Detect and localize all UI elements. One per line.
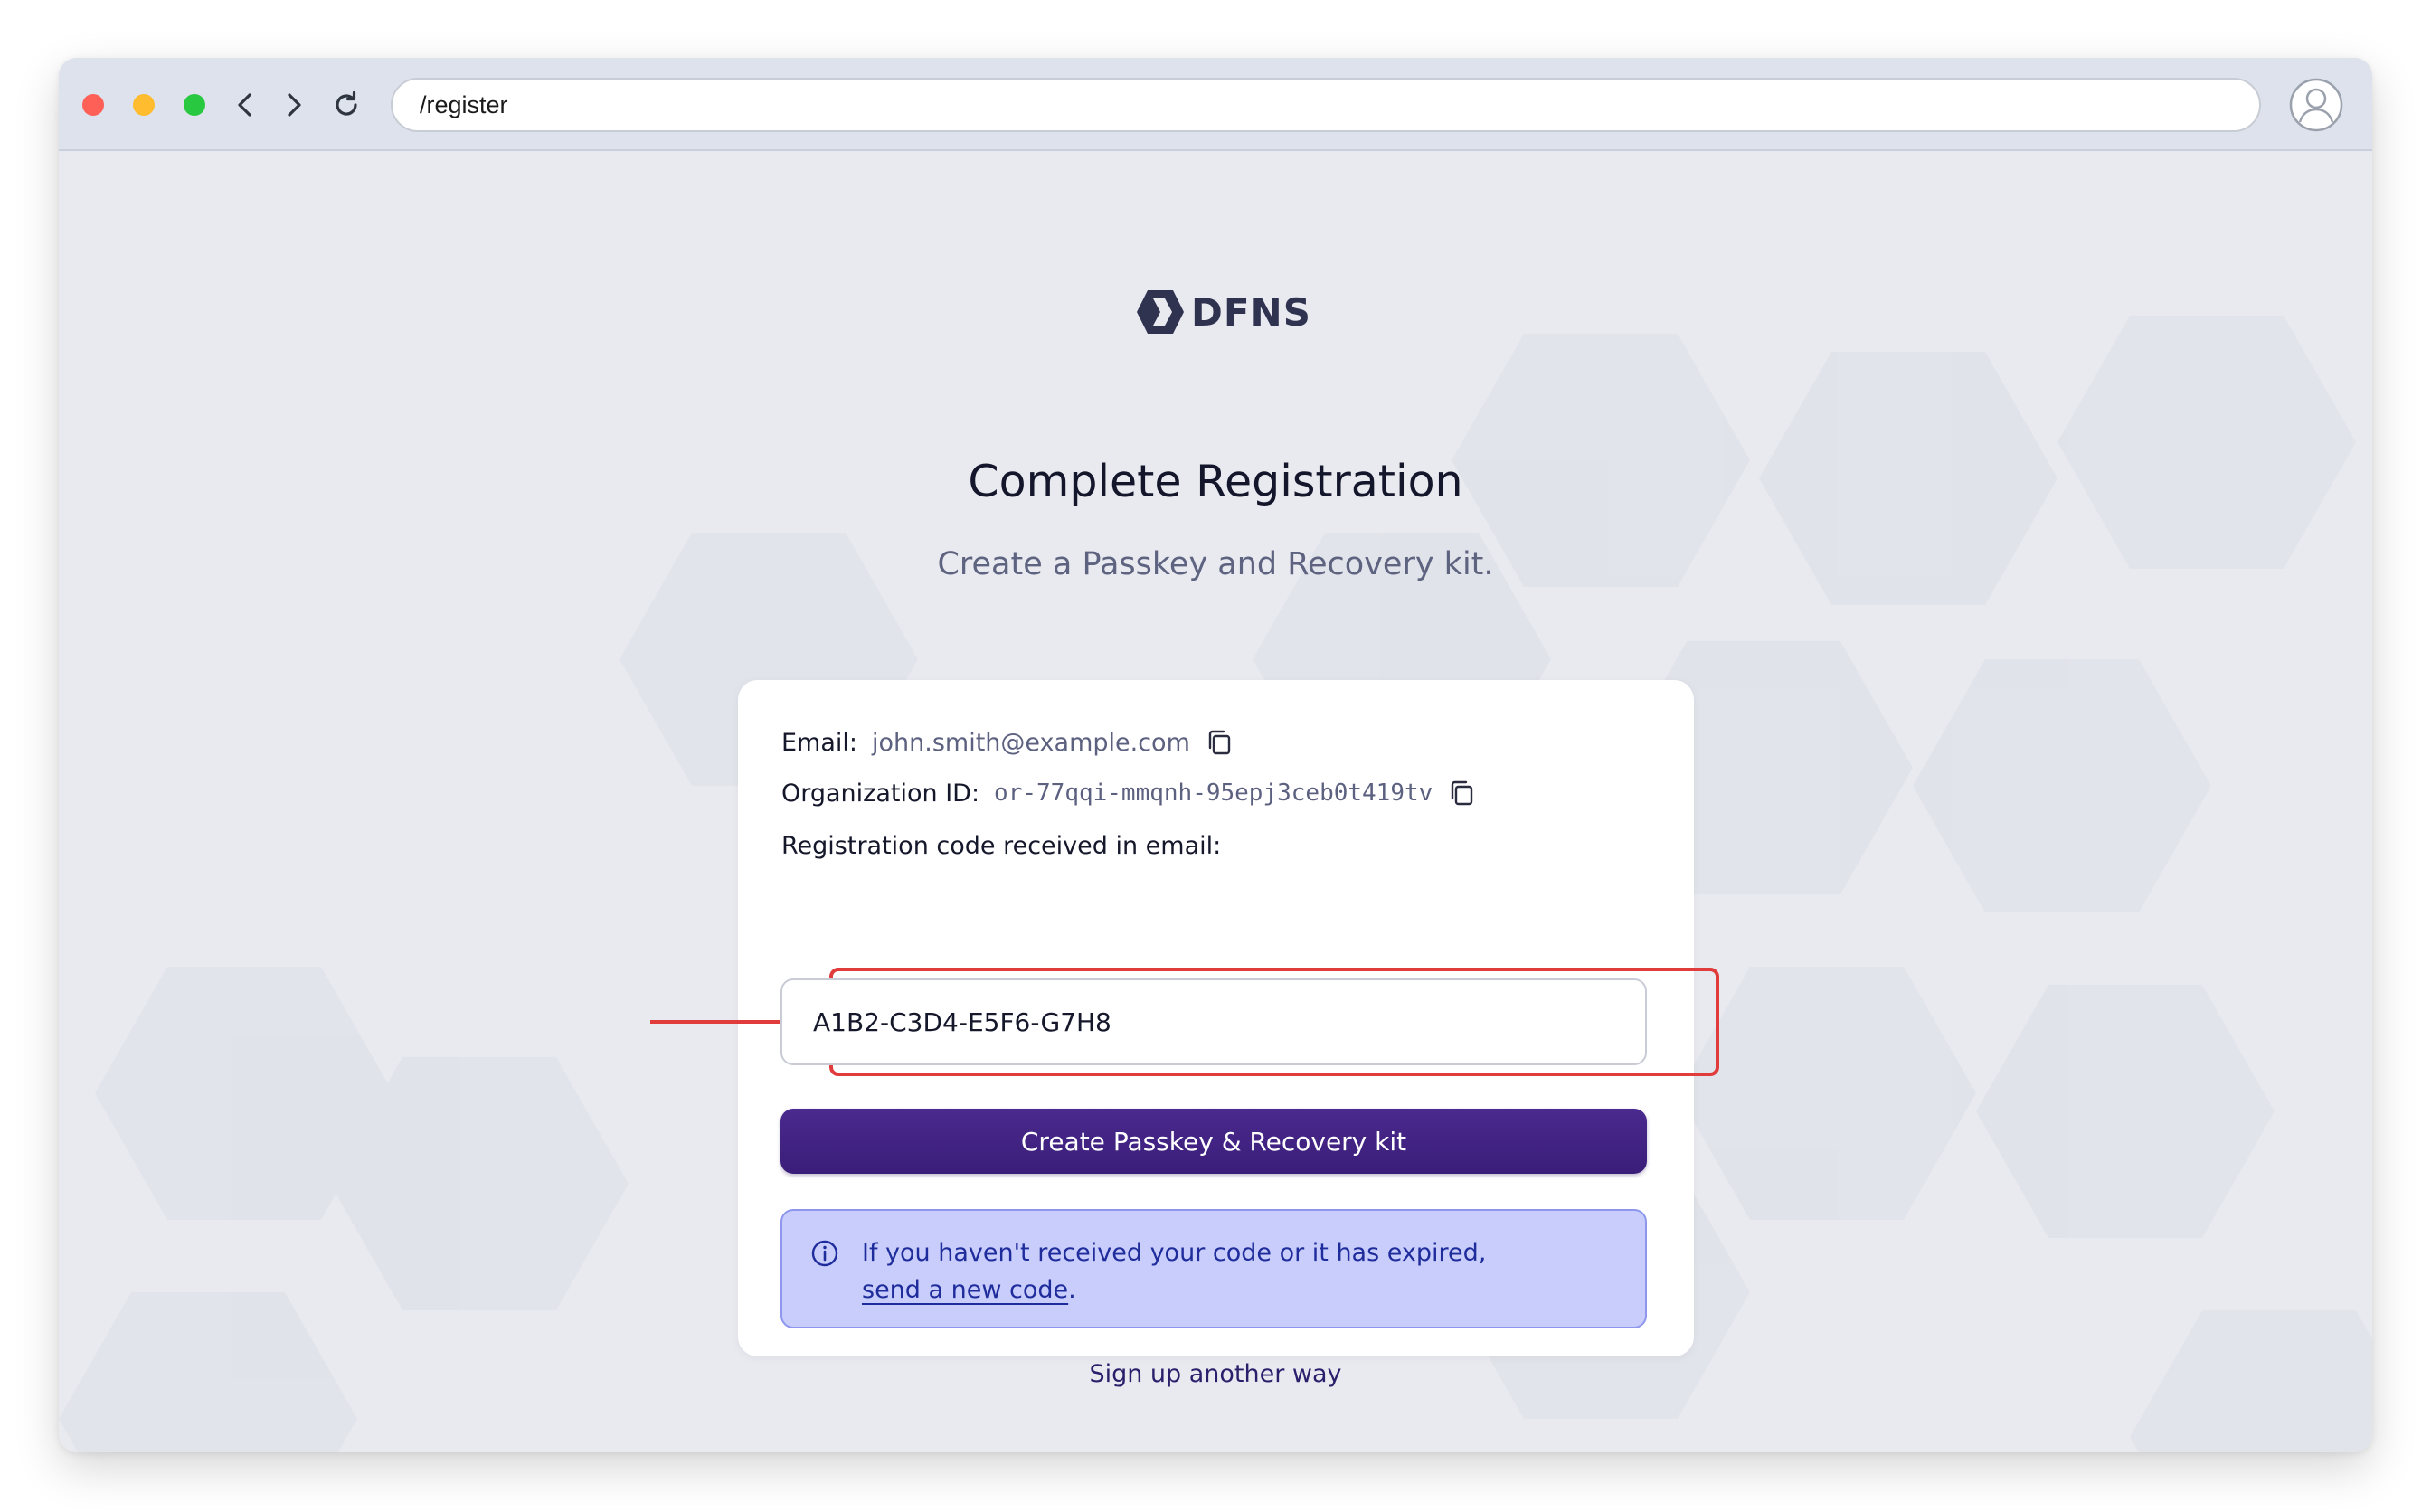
copy-icon bbox=[1452, 780, 1473, 806]
registration-code-label: Registration code received in email: bbox=[781, 832, 1222, 860]
registration-code-input[interactable]: A1B2-C3D4-E5F6-G7H8 bbox=[780, 978, 1647, 1065]
minimize-window-button[interactable] bbox=[133, 94, 155, 116]
create-passkey-button-label: Create Passkey & Recovery kit bbox=[1020, 1126, 1407, 1157]
send-new-code-link[interactable]: send a new code bbox=[862, 1276, 1068, 1304]
email-value: john.smith@example.com bbox=[872, 728, 1190, 757]
profile-button[interactable] bbox=[2288, 77, 2344, 133]
reload-button[interactable] bbox=[328, 87, 364, 123]
browser-toolbar: /register bbox=[59, 58, 2372, 151]
organization-value: or-77qqi-mmqnh-95epj3ceb0t419tv bbox=[994, 780, 1433, 807]
organization-label: Organization ID: bbox=[781, 779, 980, 808]
email-label: Email: bbox=[781, 728, 858, 757]
info-alert: If you haven't received your code or it … bbox=[780, 1209, 1647, 1328]
dfns-hexagon-logo-icon bbox=[1137, 290, 1184, 334]
url-text: /register bbox=[420, 90, 508, 118]
page-subtitle: Create a Passkey and Recovery kit. bbox=[937, 546, 1494, 582]
organization-row: Organization ID: or-77qqi-mmqnh-95epj3ce… bbox=[781, 778, 1478, 808]
reload-icon bbox=[336, 90, 357, 116]
email-row: Email: john.smith@example.com bbox=[781, 727, 1235, 758]
copy-email-button[interactable] bbox=[1205, 727, 1235, 758]
info-text-after: . bbox=[1068, 1276, 1076, 1304]
dfns-logo: DFNS bbox=[1135, 288, 1311, 335]
sign-up-another-way-link[interactable]: Sign up another way bbox=[59, 1360, 2372, 1388]
chevron-right-icon bbox=[288, 93, 301, 117]
brand-name: DFNS bbox=[1191, 289, 1311, 335]
forward-button[interactable] bbox=[276, 87, 312, 123]
copy-icon bbox=[1208, 730, 1231, 755]
close-window-button[interactable] bbox=[82, 94, 104, 116]
page-title: Complete Registration bbox=[968, 456, 1463, 507]
info-icon bbox=[809, 1238, 840, 1269]
user-avatar-icon bbox=[2289, 78, 2343, 132]
back-button[interactable] bbox=[227, 87, 263, 123]
maximize-window-button[interactable] bbox=[184, 94, 205, 116]
browser-window: /register DFNS Complete Registration Cre… bbox=[59, 58, 2372, 1452]
info-message: If you haven't received your code or it … bbox=[862, 1234, 1622, 1309]
address-bar[interactable]: /register bbox=[391, 78, 2261, 132]
create-passkey-button[interactable]: Create Passkey & Recovery kit bbox=[780, 1109, 1647, 1174]
registration-code-value: A1B2-C3D4-E5F6-G7H8 bbox=[813, 1006, 1111, 1037]
info-text-before: If you haven't received your code or it … bbox=[862, 1239, 1487, 1267]
chevron-left-icon bbox=[238, 93, 251, 117]
sign-up-another-way-label: Sign up another way bbox=[1089, 1360, 1342, 1388]
copy-organization-button[interactable] bbox=[1447, 778, 1478, 808]
